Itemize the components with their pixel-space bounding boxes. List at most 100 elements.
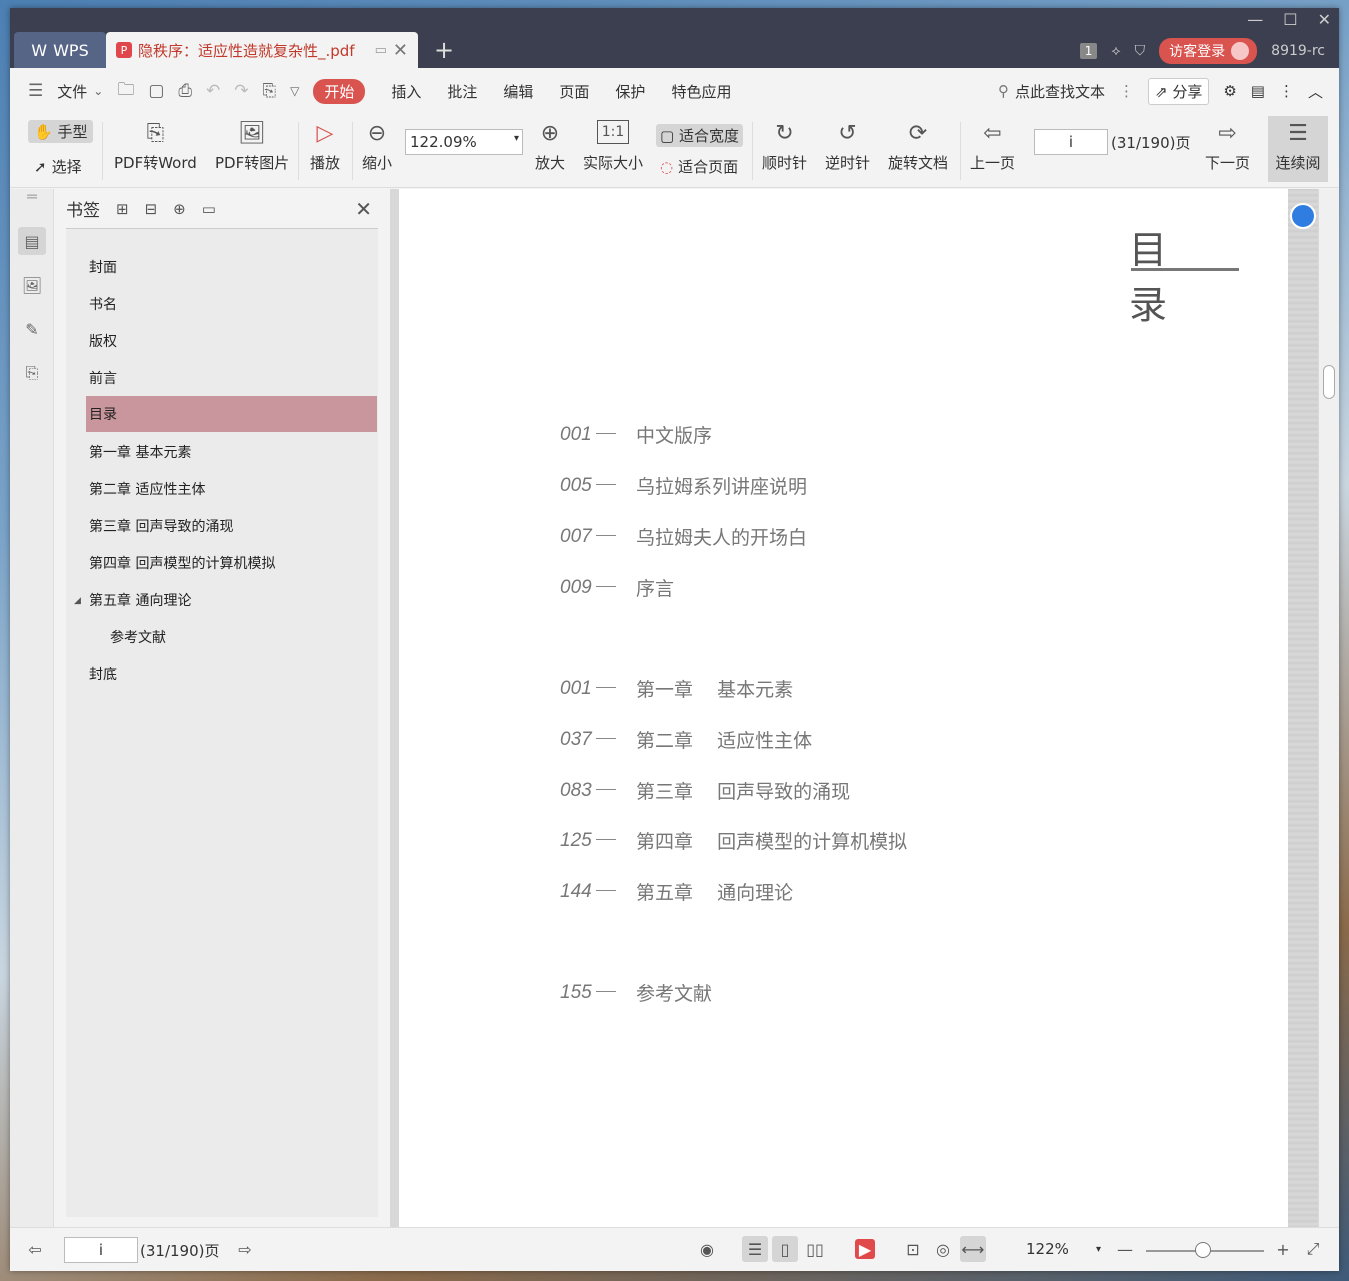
shirt-icon[interactable]: ⛉ xyxy=(1135,43,1146,59)
expand-all-icon[interactable]: ⊞ xyxy=(116,200,129,218)
rotate-document-button[interactable]: ⟳ 旋转文档 xyxy=(888,120,948,173)
zoom-in-icon[interactable]: + xyxy=(1270,1236,1296,1262)
minimize-icon[interactable]: — xyxy=(1247,10,1263,29)
fit-width-button[interactable]: ▢ 适合宽度 xyxy=(656,124,743,147)
menu-file[interactable]: 文件 xyxy=(57,81,87,102)
bookmark-panel-icon[interactable]: ▤ xyxy=(18,227,46,255)
menu-start[interactable]: 开始 xyxy=(313,78,366,104)
thumbnail-icon[interactable]: 🖼 xyxy=(18,271,46,299)
login-button[interactable]: 访客登录 xyxy=(1159,38,1258,64)
maximize-icon[interactable]: ☐ xyxy=(1283,10,1297,29)
hamburger-icon[interactable]: ☰ xyxy=(28,81,43,101)
zoom-slider-knob[interactable] xyxy=(1195,1242,1211,1258)
menu-annotate[interactable]: 批注 xyxy=(447,81,477,102)
menu-page[interactable]: 页面 xyxy=(559,81,589,102)
bookmark-subitem[interactable]: 参考文献 xyxy=(107,619,377,655)
rotate-counterclockwise-button[interactable]: ↺ 逆时针 xyxy=(825,120,870,173)
export-icon[interactable]: ⎘ xyxy=(263,81,277,101)
pdf-to-word-button[interactable]: ⎘ PDF转Word xyxy=(114,120,197,173)
bookmark-settings-icon[interactable]: ▭ xyxy=(202,200,216,218)
eye-protection-icon[interactable]: ◉ xyxy=(694,1236,720,1262)
close-tab-icon[interactable]: ✕ xyxy=(393,40,408,61)
more-dropdown-icon[interactable]: ▽ xyxy=(290,84,299,98)
page-number-input[interactable]: i xyxy=(1034,129,1108,155)
more-vertical-icon[interactable]: ⋮ xyxy=(1279,82,1294,100)
expand-triangle-icon[interactable]: ◢ xyxy=(74,596,81,606)
comment-icon[interactable]: ▤ xyxy=(1251,82,1265,100)
status-page-input[interactable]: i xyxy=(64,1237,138,1263)
chevron-down-icon[interactable]: ▾ xyxy=(514,133,519,144)
continuous-view-icon[interactable]: ☰ xyxy=(742,1236,768,1262)
rotate-clockwise-button[interactable]: ↻ 顺时针 xyxy=(762,120,807,173)
zoom-out-icon[interactable]: — xyxy=(1112,1236,1138,1262)
undo-icon[interactable]: ↶ xyxy=(206,81,220,101)
chevron-down-icon[interactable]: ▾ xyxy=(1096,1244,1101,1255)
print-icon[interactable]: ⎙ xyxy=(178,81,192,101)
collapse-all-icon[interactable]: ⊟ xyxy=(145,200,158,218)
bookmark-item[interactable]: 前言 xyxy=(86,360,377,396)
save-icon[interactable]: ▢ xyxy=(148,81,164,101)
bookmark-item[interactable]: 第一章 基本元素 xyxy=(86,434,377,470)
bookmark-item[interactable]: 第三章 回声导致的涌现 xyxy=(86,508,377,544)
settings-icon[interactable]: ⚙ xyxy=(1223,82,1236,100)
hand-tool-button[interactable]: ✋ 手型 xyxy=(28,120,94,143)
prev-page-button[interactable]: ⇦ 上一页 xyxy=(970,120,1015,173)
new-tab-button[interactable]: + xyxy=(434,36,454,64)
close-window-icon[interactable]: ✕ xyxy=(1318,10,1331,29)
bookmark-item[interactable]: 第四章 回声模型的计算机模拟 xyxy=(86,545,377,581)
redo-icon[interactable]: ↷ xyxy=(234,81,248,101)
actual-size-icon[interactable]: ⊡ xyxy=(900,1236,926,1262)
bookmark-item[interactable]: 书名 xyxy=(86,286,377,322)
tab-document[interactable]: P 隐秩序：适应性造就复杂性_.pdf ▭ ✕ xyxy=(106,32,418,68)
next-page-icon[interactable]: ⇨ xyxy=(232,1236,258,1262)
select-tool-button[interactable]: ➚ 选择 xyxy=(34,156,82,177)
search-icon[interactable]: ⚲ xyxy=(998,82,1009,100)
share-button[interactable]: ⇗ 分享 xyxy=(1147,77,1210,105)
window-count-badge[interactable]: 1 xyxy=(1079,43,1098,59)
tab-wps-home[interactable]: W WPS xyxy=(14,32,106,68)
zoom-input[interactable]: 122.09% ▾ xyxy=(405,129,523,155)
collapse-ribbon-icon[interactable]: ︿ xyxy=(1308,81,1323,102)
continuous-read-button[interactable]: ☰ 连续阅 xyxy=(1268,116,1328,182)
document-view[interactable]: 目 录 001 中文版序 005 乌拉姆系列讲座说明 007 乌拉姆夫人的开场白… xyxy=(390,189,1339,1227)
toc-entry-text: 乌拉姆夫人的开场白 xyxy=(636,527,808,549)
actual-size-button[interactable]: 1:1 实际大小 xyxy=(583,120,643,173)
fit-page-icon[interactable]: ◎ xyxy=(930,1236,956,1262)
bookmark-item[interactable]: 封面 xyxy=(86,249,377,285)
pdf-to-image-button[interactable]: 🖼 PDF转图片 xyxy=(215,120,289,173)
signature-icon[interactable]: ⎘ xyxy=(18,359,46,387)
more-vertical-icon[interactable]: ⋮ xyxy=(1119,82,1134,100)
menu-edit[interactable]: 编辑 xyxy=(503,81,533,102)
bookmark-item[interactable]: 版权 xyxy=(86,323,377,359)
open-folder-icon[interactable]: 🗀 xyxy=(117,77,134,106)
scrollbar-thumb[interactable] xyxy=(1323,365,1335,399)
double-page-view-icon[interactable]: ▯▯ xyxy=(802,1236,828,1262)
bookmark-item[interactable]: 第二章 适应性主体 xyxy=(86,471,377,507)
prev-page-icon[interactable]: ⇦ xyxy=(22,1236,48,1262)
zoom-out-button[interactable]: ⊖ 缩小 xyxy=(362,120,392,173)
bookmark-item-selected[interactable]: 目录 xyxy=(86,396,377,432)
menu-insert[interactable]: 插入 xyxy=(391,81,421,102)
chevron-down-icon[interactable]: ⌄ xyxy=(93,84,103,98)
vertical-scrollbar[interactable] xyxy=(1319,189,1339,1227)
bookmark-item[interactable]: 封底 xyxy=(86,656,377,692)
bookmark-item[interactable]: 第五章 通向理论 xyxy=(86,582,377,618)
fullscreen-icon[interactable]: ⤢ xyxy=(1300,1236,1326,1262)
single-page-view-icon[interactable]: ▯ xyxy=(772,1236,798,1262)
skin-icon[interactable]: ⟡ xyxy=(1111,43,1120,59)
menu-protect[interactable]: 保护 xyxy=(615,81,645,102)
fit-width-icon[interactable]: ⟷ xyxy=(960,1236,986,1262)
zoom-in-button[interactable]: ⊕ 放大 xyxy=(535,120,565,173)
annotation-icon[interactable]: ✎ xyxy=(18,315,46,343)
search-text-button[interactable]: 点此查找文本 xyxy=(1015,81,1105,102)
floating-tool-icon[interactable] xyxy=(1290,203,1316,229)
close-panel-icon[interactable]: ✕ xyxy=(355,197,372,221)
avatar xyxy=(1231,42,1250,60)
fit-page-button[interactable]: ◌ 适合页面 xyxy=(660,156,738,177)
monitor-icon[interactable]: ▭ xyxy=(375,43,387,58)
play-icon[interactable]: ▶ xyxy=(855,1239,875,1259)
menu-special[interactable]: 特色应用 xyxy=(671,81,731,102)
next-page-button[interactable]: ⇨ 下一页 xyxy=(1205,120,1250,173)
play-button[interactable]: ▷ 播放 xyxy=(310,120,340,173)
add-bookmark-icon[interactable]: ⊕ xyxy=(173,200,186,218)
